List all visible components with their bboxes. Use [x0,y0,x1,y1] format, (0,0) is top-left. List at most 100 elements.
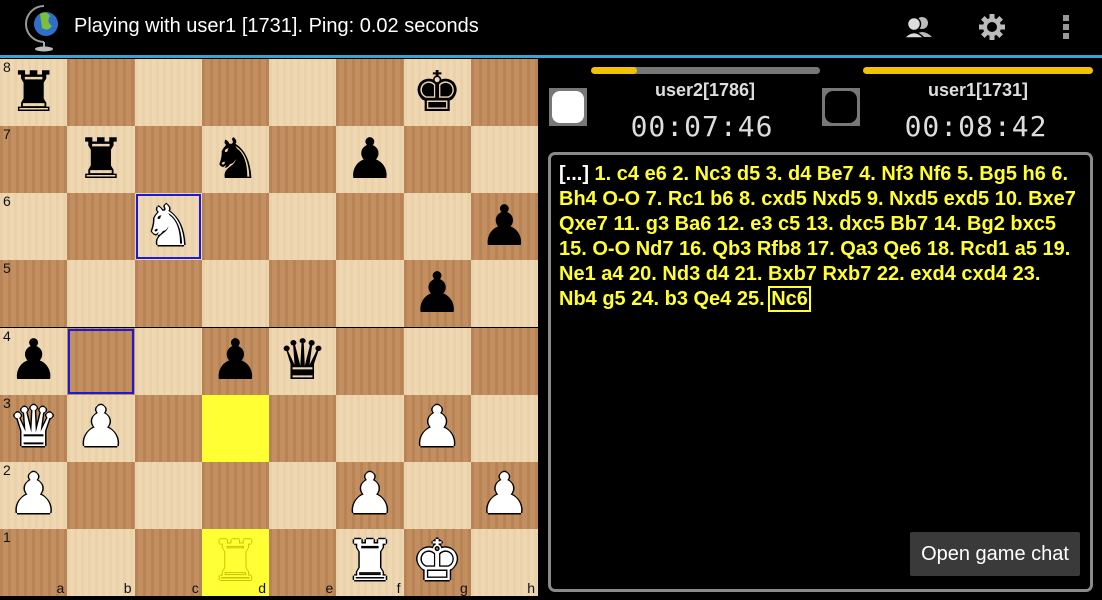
square-d2[interactable] [201,461,269,529]
move-list: [...] 1. c4 e6 2. Nc3 d5 3. d4 Be7 4. Nf… [559,162,1082,312]
square-c2[interactable] [134,461,202,529]
square-e5[interactable] [269,260,337,328]
square-e1[interactable]: e [269,528,337,596]
black-pawn-icon[interactable]: ♟ [404,260,471,327]
square-h3[interactable] [470,394,538,462]
square-a2[interactable]: 2 ♟ [0,461,68,529]
black-queen-icon[interactable]: ♛ [269,328,336,395]
square-a4[interactable]: 4 ♟ [0,327,68,395]
square-f5[interactable] [336,260,404,328]
square-b8[interactable] [67,59,135,127]
current-move[interactable]: Nc6 [768,286,811,312]
white-pawn-icon[interactable]: ♟ [67,395,134,462]
square-h1[interactable]: h [470,528,538,596]
white-pawn-icon[interactable]: ♟ [0,462,67,529]
black-pawn-icon[interactable]: ♟ [202,328,269,395]
square-h8[interactable] [470,59,538,127]
square-c6[interactable]: ♞ [134,193,202,261]
white-pawn-icon[interactable]: ♟ [336,462,403,529]
square-d1[interactable]: d ♜ [201,528,269,596]
move-list-panel[interactable]: [...] 1. c4 e6 2. Nc3 d5 3. d4 Be7 4. Nf… [548,152,1093,592]
moves-text: 1. c4 e6 2. Nc3 d5 3. d4 Be7 4. Nf3 Nf6 … [559,163,1076,310]
white-rook-icon[interactable]: ♜ [336,529,403,596]
square-h2[interactable]: ♟ [470,461,538,529]
white-queen-icon[interactable]: ♛ [0,395,67,462]
player-color-black [822,88,860,126]
square-f1[interactable]: f ♜ [336,528,404,596]
square-f6[interactable] [336,193,404,261]
black-knight-icon[interactable]: ♞ [202,126,269,193]
square-h6[interactable]: ♟ [470,193,538,261]
square-d8[interactable] [201,59,269,127]
square-e2[interactable] [269,461,337,529]
square-e7[interactable] [269,126,337,194]
square-f4[interactable] [336,327,404,395]
square-b5[interactable] [67,260,135,328]
square-b2[interactable] [67,461,135,529]
square-h5[interactable] [470,260,538,328]
square-g7[interactable] [403,126,471,194]
white-pawn-icon[interactable]: ♟ [471,462,538,529]
white-pawn-icon[interactable]: ♟ [404,395,471,462]
square-a6[interactable]: 6 [0,193,68,261]
black-pawn-icon[interactable]: ♟ [336,126,403,193]
square-h4[interactable] [470,327,538,395]
square-c3[interactable] [134,394,202,462]
black-rook-icon[interactable]: ♜ [0,59,67,126]
square-g5[interactable]: ♟ [403,260,471,328]
square-b3[interactable]: ♟ [67,394,135,462]
square-g8[interactable]: ♚ [403,59,471,127]
square-d4[interactable]: ♟ [201,327,269,395]
file-label: e [325,579,334,596]
square-c8[interactable] [134,59,202,127]
square-b4[interactable] [67,327,135,395]
square-d7[interactable]: ♞ [201,126,269,194]
file-label: a [56,579,65,596]
white-knight-icon[interactable]: ♞ [135,193,202,260]
black-king-icon[interactable]: ♚ [404,59,471,126]
square-g2[interactable] [403,461,471,529]
square-a8[interactable]: 8 ♜ [0,59,68,127]
square-b1[interactable]: b [67,528,135,596]
square-e3[interactable] [269,394,337,462]
square-d5[interactable] [201,260,269,328]
overflow-menu-button[interactable] [1046,10,1086,44]
moves-prefix[interactable]: [...] [559,163,589,185]
square-a3[interactable]: 3 ♛ [0,394,68,462]
settings-button[interactable] [972,10,1012,44]
square-g4[interactable] [403,327,471,395]
square-g3[interactable]: ♟ [403,394,471,462]
square-e4[interactable]: ♛ [269,327,337,395]
ghost-rook-icon[interactable]: ♜ [202,529,269,596]
square-g1[interactable]: g ♚ [403,528,471,596]
square-e8[interactable] [269,59,337,127]
white-king-icon[interactable]: ♚ [404,529,471,596]
rank-label: 7 [3,126,11,143]
square-c7[interactable] [134,126,202,194]
chess-board[interactable]: 8 ♜ ♚ 7 ♜ ♞ ♟ 6 ♞ ♟ 5 ♟ 4 ♟ ♟ ♛ 3 ♛ ♟ ♟ 2 ♟ ♟ ♟ 1 a b c d ♜ e f ♜ g ♚ h [0,59,538,596]
square-e6[interactable] [269,193,337,261]
square-d3[interactable] [201,394,269,462]
black-pawn-icon[interactable]: ♟ [0,328,67,395]
globe-chess-icon [25,5,58,52]
square-a5[interactable]: 5 [0,260,68,328]
players-button[interactable] [898,10,938,44]
time-bar-right [863,67,1093,74]
square-f3[interactable] [336,394,404,462]
square-f8[interactable] [336,59,404,127]
square-h7[interactable] [470,126,538,194]
square-a7[interactable]: 7 [0,126,68,194]
square-f2[interactable]: ♟ [336,461,404,529]
square-c4[interactable] [134,327,202,395]
square-c5[interactable] [134,260,202,328]
open-game-chat-button[interactable]: Open game chat [910,532,1080,576]
square-b6[interactable] [67,193,135,261]
square-f7[interactable]: ♟ [336,126,404,194]
square-c1[interactable]: c [134,528,202,596]
square-b7[interactable]: ♜ [67,126,135,194]
square-g6[interactable] [403,193,471,261]
square-d6[interactable] [201,193,269,261]
black-rook-icon[interactable]: ♜ [67,126,134,193]
black-pawn-icon[interactable]: ♟ [471,193,538,260]
square-a1[interactable]: 1a [0,528,68,596]
